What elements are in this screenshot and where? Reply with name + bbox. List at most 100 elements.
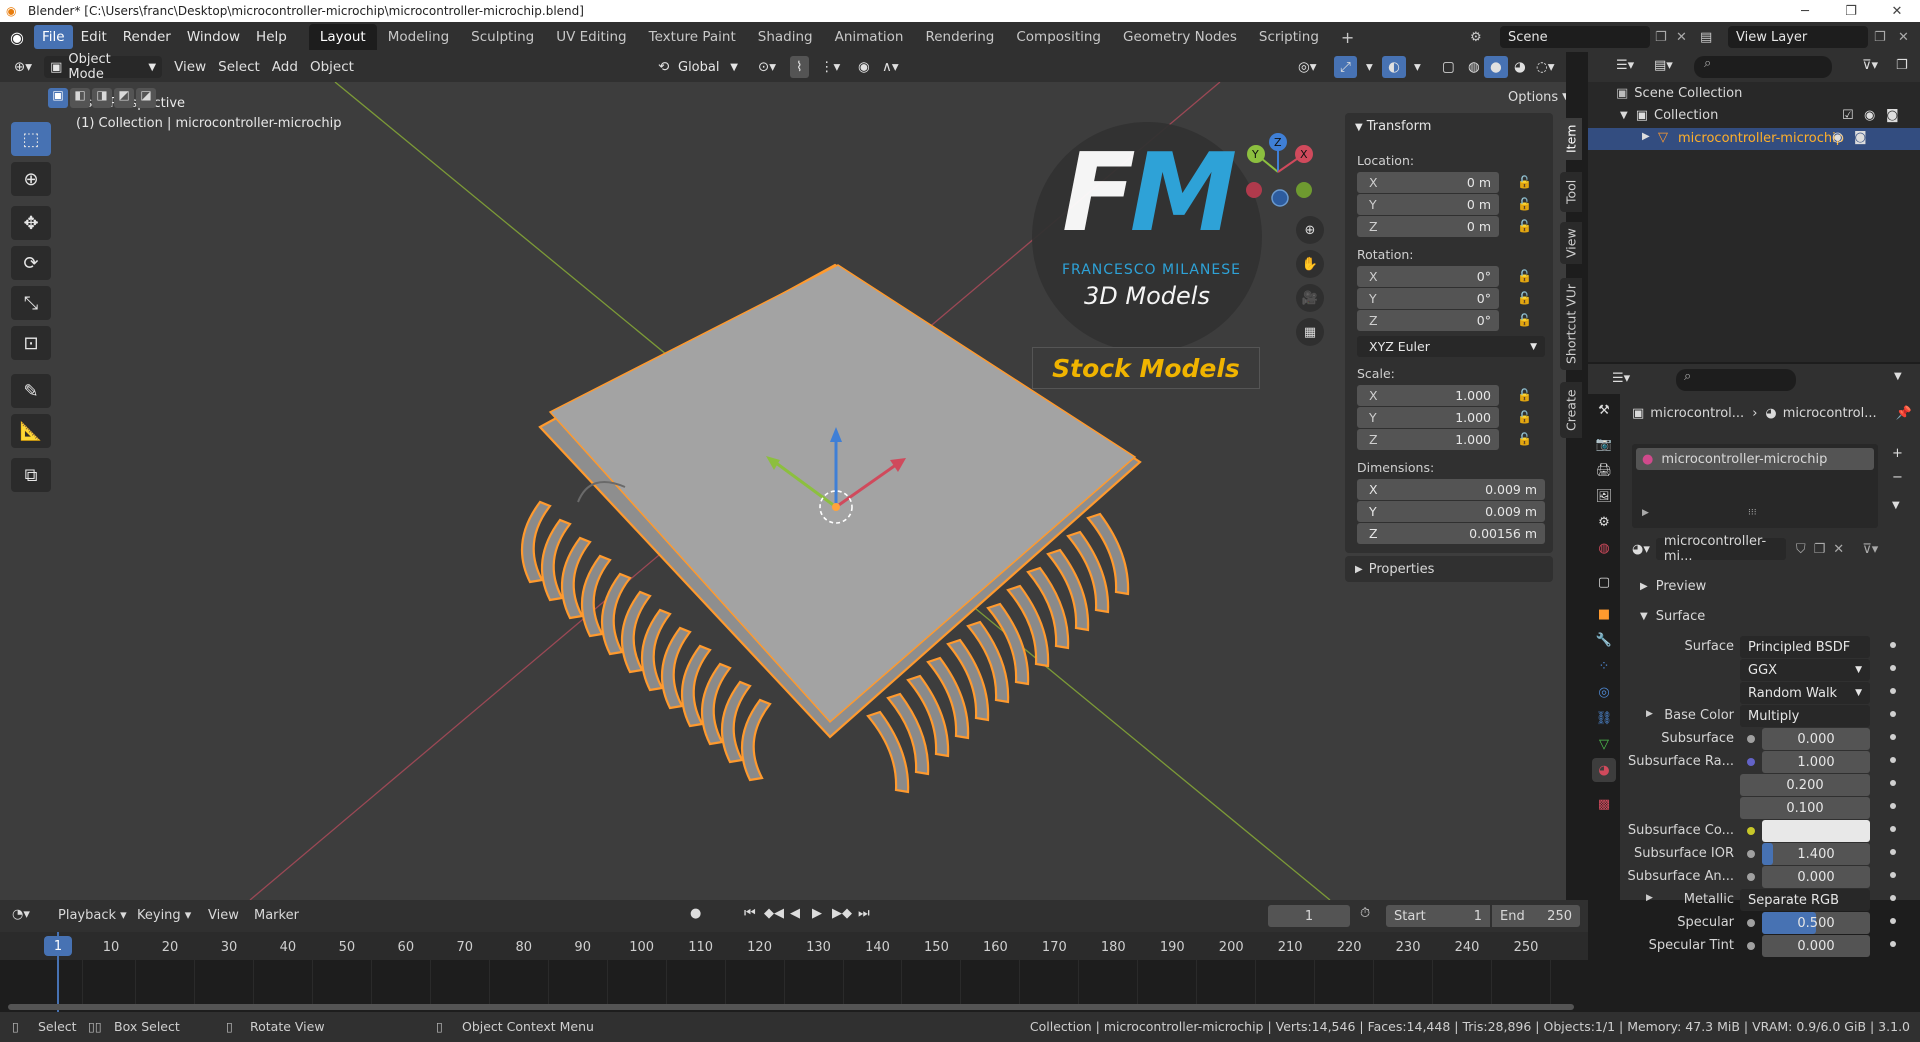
socket-dot-icon[interactable]	[1747, 827, 1755, 835]
delete-scene-icon[interactable]: ✕	[1676, 30, 1687, 45]
new-collection-icon[interactable]: ❐	[1896, 58, 1908, 73]
snap-icon[interactable]: ⌇	[790, 56, 809, 78]
next-keyframe-icon[interactable]: ▶◆	[832, 906, 852, 921]
texture-props-icon[interactable]: ▩	[1592, 792, 1616, 816]
outliner-editor-icon[interactable]: ☰▾	[1616, 58, 1634, 73]
rotation-x-field[interactable]: X 0°	[1357, 266, 1499, 287]
orientation-dropdown[interactable]: Global ▼	[672, 56, 744, 78]
scale-x-field[interactable]: X 1.000	[1357, 385, 1499, 406]
select-invert-icon[interactable]: ◩	[114, 88, 134, 108]
keyframe-dot-icon[interactable]	[1890, 757, 1896, 763]
proportional-edit-icon[interactable]: ◉	[852, 56, 876, 78]
move-tool-icon[interactable]: ✥	[11, 206, 51, 240]
property-value-field[interactable]: 0.000	[1762, 728, 1870, 750]
stopwatch-icon[interactable]: ⏱	[1360, 906, 1370, 921]
blender-menu-icon[interactable]: ◉	[0, 28, 34, 47]
navigation-gizmo[interactable]: Y Z X	[1228, 124, 1328, 224]
preview-section-header[interactable]: ▶ Preview	[1632, 574, 1902, 598]
3d-viewport[interactable]: User Perspective (1) Collection | microc…	[0, 82, 1566, 900]
pin-icon[interactable]: 📌	[1896, 406, 1912, 421]
property-value-field[interactable]: 1.400	[1762, 843, 1870, 865]
menu-view[interactable]: View	[168, 56, 212, 78]
ortho-toggle-icon[interactable]: ▦	[1296, 318, 1324, 346]
keyframe-dot-icon[interactable]	[1890, 895, 1896, 901]
tab-rendering[interactable]: Rendering	[914, 24, 1005, 50]
property-value-field[interactable]: Separate RGB	[1740, 889, 1870, 911]
solid-shading-icon[interactable]: ●	[1484, 56, 1508, 78]
tab-geometry-nodes[interactable]: Geometry Nodes	[1112, 24, 1248, 50]
rotation-z-field[interactable]: Z 0°	[1357, 310, 1499, 331]
material-browse-icon[interactable]: ◕▾	[1632, 542, 1650, 557]
tab-uv-editing[interactable]: UV Editing	[545, 24, 637, 50]
tab-shading[interactable]: Shading	[747, 24, 824, 50]
properties-section-header[interactable]: ▶ Properties	[1345, 556, 1553, 582]
duplicate-material-icon[interactable]: ❐	[1814, 542, 1826, 557]
lock-icon[interactable]: 🔓	[1517, 388, 1532, 402]
rotate-tool-icon[interactable]: ⟳	[11, 246, 51, 280]
transform-tool-icon[interactable]: ⊡	[11, 326, 51, 360]
outliner-collection[interactable]: ▼ ▣ Collection ☑ ◉ ◙	[1620, 108, 1920, 123]
tab-item[interactable]: Item	[1560, 118, 1582, 160]
rotation-y-field[interactable]: Y 0°	[1357, 288, 1499, 309]
start-frame-field[interactable]: Start 1	[1386, 905, 1490, 927]
pivot-icon[interactable]: ⊙▾	[752, 56, 782, 78]
scene-field[interactable]: Scene	[1500, 26, 1650, 48]
particles-props-icon[interactable]: ⁘	[1592, 654, 1616, 678]
unlink-material-icon[interactable]: ✕	[1833, 542, 1844, 557]
visibility-icon[interactable]: ◎▾	[1292, 56, 1323, 78]
scale-y-field[interactable]: Y 1.000	[1357, 407, 1499, 428]
property-value-field[interactable]: 0.000	[1762, 935, 1870, 957]
property-value-field[interactable]: 0.100	[1740, 797, 1870, 819]
menu-marker[interactable]: Marker	[254, 908, 299, 923]
transform-section-header[interactable]: ▼ Transform	[1355, 119, 1431, 134]
cursor-tool-icon[interactable]: ⊕	[11, 162, 51, 196]
menu-file[interactable]: File	[34, 25, 73, 49]
scale-tool-icon[interactable]: ⤡	[11, 286, 51, 320]
view-layer-props-icon[interactable]: 🖼	[1592, 484, 1616, 508]
property-value-field[interactable]: 0.200	[1740, 774, 1870, 796]
playhead-frame-badge[interactable]: 1	[44, 936, 72, 956]
lock-icon[interactable]: 🔓	[1517, 432, 1532, 446]
chevron-right-icon[interactable]: ▶	[1642, 131, 1650, 142]
scene-icon[interactable]: ⚙	[1470, 30, 1482, 45]
gizmo-dropdown-icon[interactable]: ▾	[1360, 56, 1379, 78]
properties-search-input[interactable]: ⌕	[1676, 369, 1796, 391]
resize-handle-icon[interactable]: ⁝⁝⁝	[1748, 508, 1757, 518]
location-y-field[interactable]: Y0 m	[1357, 194, 1499, 215]
chevron-right-icon[interactable]: ▶	[1646, 893, 1653, 903]
rendered-shading-icon[interactable]: ◌▾	[1530, 56, 1561, 78]
material-name-field[interactable]: microcontroller-mi...	[1655, 534, 1786, 564]
filter-icon[interactable]: ⊽▾	[1862, 58, 1878, 73]
xray-icon[interactable]: ▢	[1436, 56, 1461, 78]
keyframe-dot-icon[interactable]	[1890, 872, 1896, 878]
keyframe-dot-icon[interactable]	[1890, 780, 1896, 786]
menu-window[interactable]: Window	[179, 25, 248, 49]
lock-icon[interactable]: 🔓	[1517, 313, 1532, 327]
menu-object[interactable]: Object	[304, 56, 360, 78]
surface-section-header[interactable]: ▼ Surface	[1632, 604, 1902, 628]
socket-dot-icon[interactable]	[1747, 850, 1755, 858]
keyframe-dot-icon[interactable]	[1890, 803, 1896, 809]
end-frame-field[interactable]: End 250	[1492, 905, 1580, 927]
select-intersect-icon[interactable]: ◪	[136, 88, 156, 108]
options-dropdown[interactable]: Options ▼	[1508, 86, 1566, 108]
add-cube-tool-icon[interactable]: ⧉	[11, 458, 51, 492]
minimize-icon[interactable]: ─	[1782, 0, 1828, 22]
chevron-down-icon[interactable]: ▼	[1892, 500, 1900, 511]
tool-props-icon[interactable]: ⚒	[1592, 398, 1616, 422]
gizmo-toggle-icon[interactable]: ⤢	[1334, 56, 1357, 78]
property-value-field[interactable]: 0.500	[1762, 912, 1870, 934]
chevron-down-icon[interactable]: ▼	[1620, 110, 1628, 121]
property-value-field[interactable]: 0.000	[1762, 866, 1870, 888]
dimensions-z-field[interactable]: Z 0.00156 m	[1357, 523, 1545, 544]
timeline-scrollbar[interactable]	[8, 1004, 1574, 1010]
falloff-icon[interactable]: ∧▾	[876, 56, 905, 78]
menu-render[interactable]: Render	[115, 25, 179, 49]
pan-view-icon[interactable]: ✋	[1296, 250, 1324, 278]
keyframe-dot-icon[interactable]	[1890, 826, 1896, 832]
select-extend-icon[interactable]: ◧	[70, 88, 90, 108]
prev-keyframe-icon[interactable]: ◆◀	[764, 906, 784, 921]
delete-view-layer-icon[interactable]: ✕	[1898, 30, 1909, 45]
overlays-dropdown-icon[interactable]: ▾	[1408, 56, 1427, 78]
editor-type-icon[interactable]: ⊕▾	[8, 56, 38, 78]
